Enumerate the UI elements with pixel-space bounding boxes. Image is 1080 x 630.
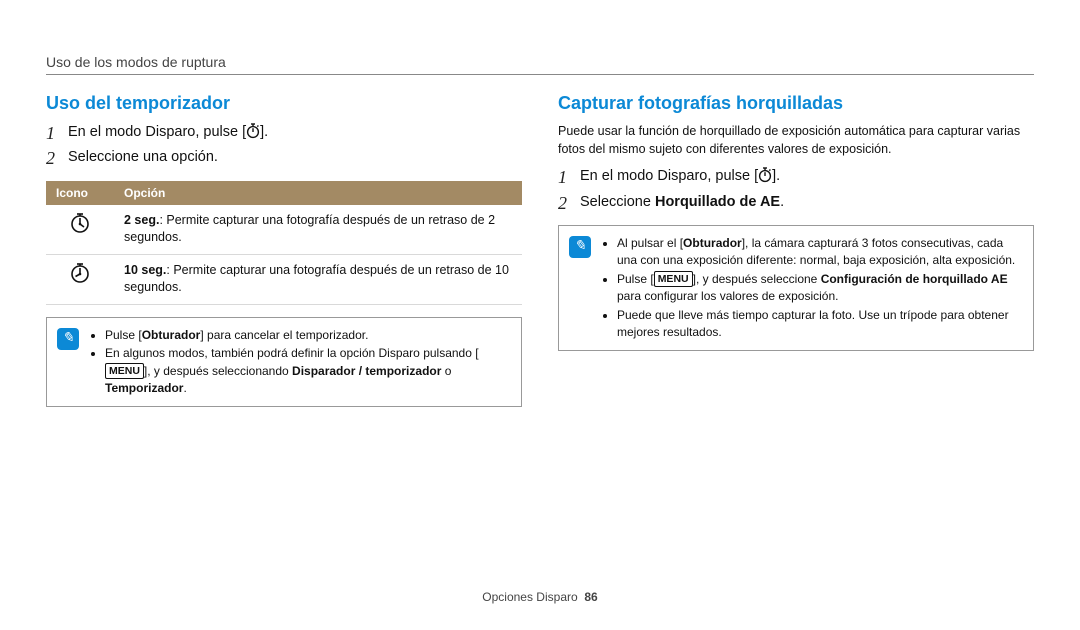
note-item: Pulse [MENU], y después seleccione Confi… (617, 271, 1023, 306)
right-column: Capturar fotografías horquilladas Puede … (558, 93, 1034, 407)
step-number: 2 (558, 192, 580, 215)
option-icon-cell (46, 254, 114, 304)
th-option: Opción (114, 181, 522, 205)
option-desc-cell: 10 seg.: Permite capturar una fotografía… (114, 254, 522, 304)
step-text: En el modo Disparo, pulse []. (68, 122, 268, 144)
timer-icon (758, 167, 772, 183)
step-list-left: 1 En el modo Disparo, pulse []. 2 Selecc… (46, 122, 522, 171)
table-row: 2 seg.: Permite capturar una fotografía … (46, 205, 522, 255)
note-item: Al pulsar el [Obturador], la cámara capt… (617, 235, 1023, 270)
step-number: 2 (46, 147, 68, 170)
step-list-right: 1 En el modo Disparo, pulse []. 2 Selecc… (558, 166, 1034, 215)
step-number: 1 (46, 122, 68, 145)
step-item: 1 En el modo Disparo, pulse []. (46, 122, 522, 145)
note-box: ✎ Al pulsar el [Obturador], la cámara ca… (558, 225, 1034, 351)
step-text: Seleccione una opción. (68, 147, 218, 169)
menu-key-icon: MENU (654, 271, 693, 287)
menu-key-icon: MENU (105, 363, 144, 379)
options-table: Icono Opción 2 seg.: Permite capturar un… (46, 181, 522, 305)
note-item: En algunos modos, también podrá definir … (105, 345, 511, 397)
note-box: ✎ Pulse [Obturador] para cancelar el tem… (46, 317, 522, 408)
th-icon: Icono (46, 181, 114, 205)
note-item: Puede que lleve más tiempo capturar la f… (617, 307, 1023, 342)
two-column-layout: Uso del temporizador 1 En el modo Dispar… (46, 93, 1034, 407)
footer-page-number: 86 (584, 590, 597, 604)
step-number: 1 (558, 166, 580, 189)
document-page: Uso de los modos de ruptura Uso del temp… (0, 0, 1080, 630)
intro-paragraph: Puede usar la función de horquillado de … (558, 122, 1034, 158)
note-content: Al pulsar el [Obturador], la cámara capt… (601, 234, 1023, 342)
timer-icon (246, 123, 260, 139)
left-column: Uso del temporizador 1 En el modo Dispar… (46, 93, 522, 407)
info-icon: ✎ (569, 236, 591, 258)
table-row: 10 seg.: Permite capturar una fotografía… (46, 254, 522, 304)
timer-2s-icon (69, 212, 91, 234)
page-header: Uso de los modos de ruptura (46, 54, 1034, 70)
step-item: 1 En el modo Disparo, pulse []. (558, 166, 1034, 189)
step-item: 2 Seleccione una opción. (46, 147, 522, 170)
header-rule (46, 74, 1034, 75)
note-content: Pulse [Obturador] para cancelar el tempo… (89, 326, 511, 399)
section-heading-bracketing: Capturar fotografías horquilladas (558, 93, 1034, 114)
step-text: Seleccione Horquillado de AE. (580, 192, 784, 214)
option-desc-cell: 2 seg.: Permite capturar una fotografía … (114, 205, 522, 255)
page-footer: Opciones Disparo 86 (0, 590, 1080, 604)
timer-10s-icon (69, 262, 91, 284)
step-item: 2 Seleccione Horquillado de AE. (558, 192, 1034, 215)
note-item: Pulse [Obturador] para cancelar el tempo… (105, 327, 511, 344)
section-heading-timer: Uso del temporizador (46, 93, 522, 114)
info-icon: ✎ (57, 328, 79, 350)
step-text: En el modo Disparo, pulse []. (580, 166, 780, 188)
option-icon-cell (46, 205, 114, 255)
footer-section: Opciones Disparo (482, 590, 577, 604)
